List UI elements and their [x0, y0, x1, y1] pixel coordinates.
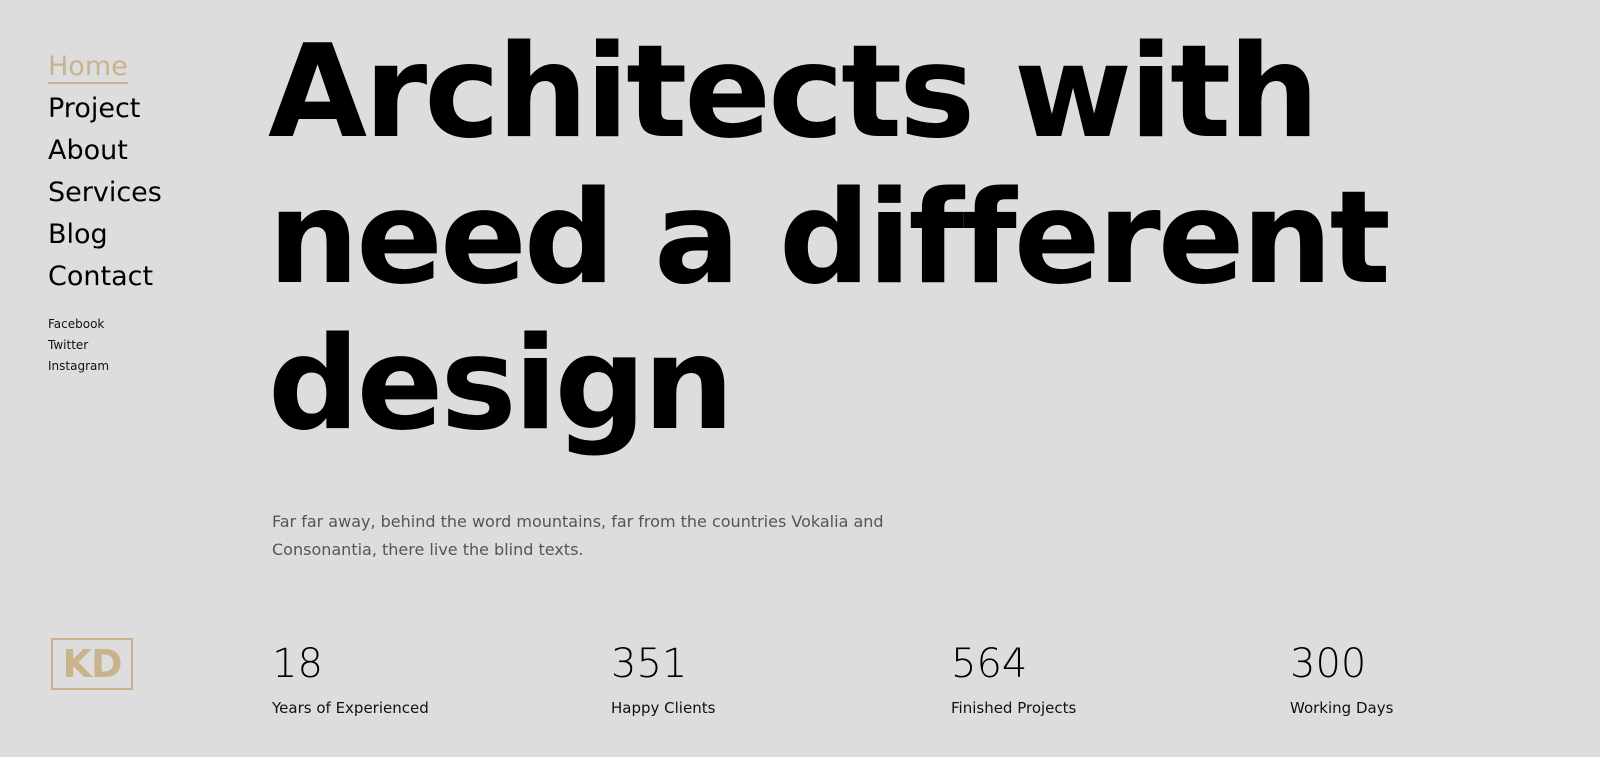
sidebar: Home Project About Services Blog Contact…: [48, 46, 238, 377]
nav-item-label: Project: [48, 93, 141, 124]
stat-clients: 351 Happy Clients: [611, 636, 715, 718]
nav-item-label: About: [48, 135, 128, 166]
social-link-instagram[interactable]: Instagram: [48, 356, 238, 377]
stat-working-days: 300 Working Days: [1290, 636, 1393, 718]
stat-label: Happy Clients: [611, 699, 716, 717]
social-links: Facebook Twitter Instagram: [48, 314, 238, 377]
stat-number: 351: [611, 641, 688, 687]
stat-label: Years of Experienced: [272, 699, 429, 717]
nav-item-about[interactable]: About: [48, 130, 238, 172]
social-link-twitter[interactable]: Twitter: [48, 335, 238, 356]
stat-number: 300: [1290, 641, 1367, 687]
hero-title-line: Architects with: [268, 18, 1319, 167]
nav-item-label: Home: [48, 51, 128, 84]
stat-number: 18: [272, 641, 323, 687]
stat-number: 564: [951, 641, 1028, 687]
nav-item-blog[interactable]: Blog: [48, 214, 238, 256]
social-link-facebook[interactable]: Facebook: [48, 314, 238, 335]
main-nav: Home Project About Services Blog Contact: [48, 46, 238, 298]
hero-description: Far far away, behind the word mountains,…: [272, 512, 884, 559]
hero-title-line: design: [268, 310, 734, 459]
nav-item-label: Services: [48, 177, 162, 208]
stat-projects: 564 Finished Projects: [951, 636, 1076, 718]
nav-item-project[interactable]: Project: [48, 88, 238, 130]
hero-title-line: need a different: [268, 164, 1391, 313]
nav-item-label: Blog: [48, 219, 108, 250]
stat-years: 18 Years of Experienced: [272, 636, 429, 718]
stats-section: 18 Years of Experienced 351 Happy Client…: [272, 636, 1572, 736]
nav-item-services[interactable]: Services: [48, 172, 238, 214]
stat-label: Working Days: [1290, 699, 1394, 717]
stat-label: Finished Projects: [951, 699, 1077, 717]
hero-title: Architects with need a different design: [268, 20, 1588, 458]
nav-item-label: Contact: [48, 261, 154, 292]
nav-item-home[interactable]: Home: [48, 46, 238, 88]
kd-logo[interactable]: KD: [51, 638, 133, 690]
nav-item-contact[interactable]: Contact: [48, 256, 238, 298]
